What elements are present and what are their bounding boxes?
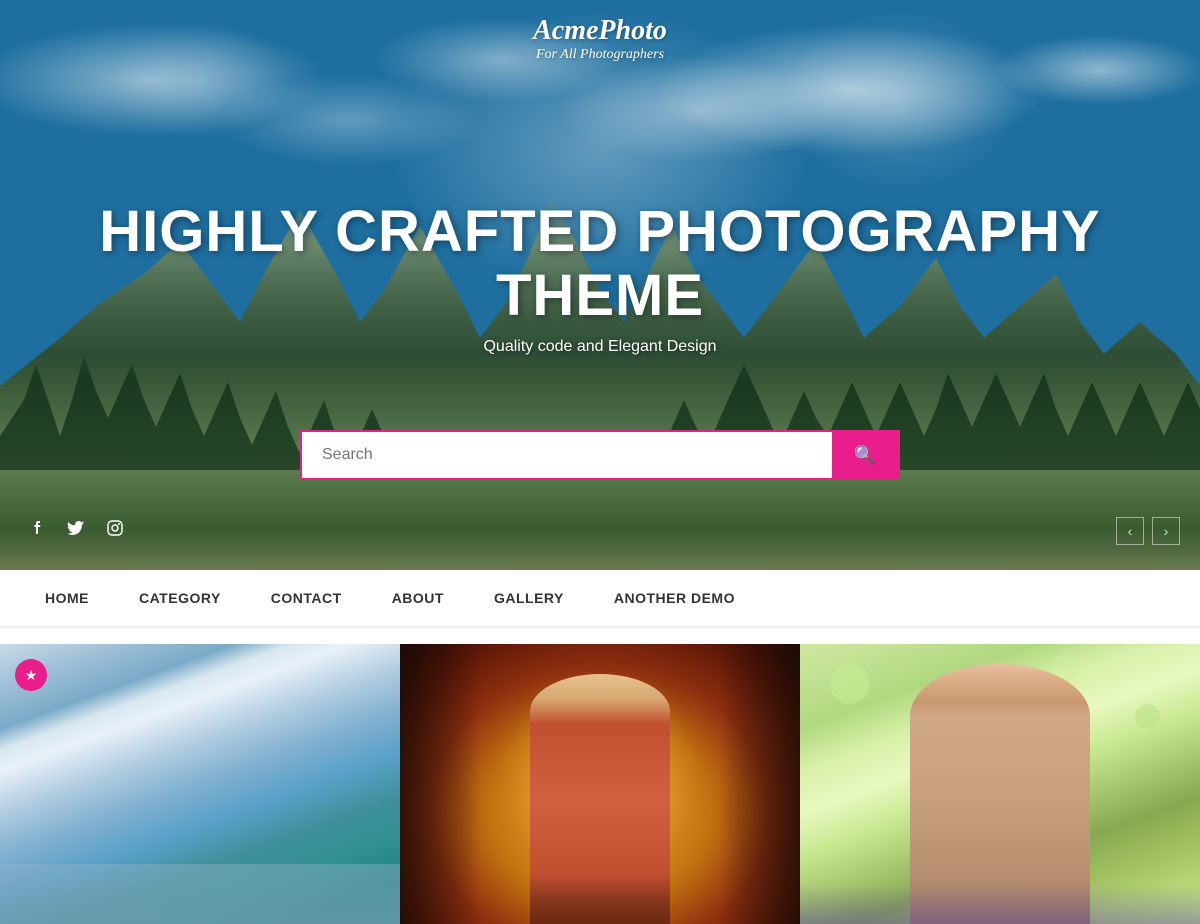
nav-item-another-demo[interactable]: ANOTHER DEMO (589, 570, 760, 626)
photo-card-3[interactable] (800, 644, 1200, 924)
logo-title: AcmePhoto (533, 15, 667, 47)
photo-card-1[interactable]: ★ (0, 644, 400, 924)
search-box: 🔍 (300, 430, 900, 480)
hero-text-block: HIGHLY CRAFTED PHOTOGRAPHY THEME Quality… (0, 200, 1200, 356)
slider-arrows: ‹ › (1116, 517, 1180, 545)
hero-subtitle: Quality code and Elegant Design (0, 338, 1200, 356)
twitter-icon[interactable] (64, 516, 88, 540)
hero-section: AcmePhoto For All Photographers HIGHLY C… (0, 0, 1200, 570)
nav-item-home[interactable]: HOME (20, 570, 114, 626)
photo-star-badge-1: ★ (15, 659, 47, 691)
search-button[interactable]: 🔍 (832, 432, 898, 478)
photo-bg-3 (800, 644, 1200, 924)
slider-next-button[interactable]: › (1152, 517, 1180, 545)
photo-bg-2 (400, 644, 800, 924)
ground-layer (0, 470, 1200, 570)
slider-prev-button[interactable]: ‹ (1116, 517, 1144, 545)
nav-item-about[interactable]: ABOUT (367, 570, 469, 626)
nav-list: HOME CATEGORY CONTACT ABOUT GALLERY ANOT… (20, 570, 1180, 626)
photo-card-2[interactable] (400, 644, 800, 924)
star-icon: ★ (25, 667, 38, 684)
logo-subtitle: For All Photographers (533, 47, 667, 63)
nav-bar: HOME CATEGORY CONTACT ABOUT GALLERY ANOT… (0, 570, 1200, 627)
nav-item-contact[interactable]: CONTACT (246, 570, 367, 626)
instagram-icon[interactable] (103, 516, 127, 540)
search-input[interactable] (302, 432, 832, 478)
nav-item-category[interactable]: CATEGORY (114, 570, 246, 626)
hero-title: HIGHLY CRAFTED PHOTOGRAPHY THEME (0, 200, 1200, 328)
nav-separator (0, 627, 1200, 629)
facebook-icon[interactable] (25, 516, 49, 540)
photo-grid: ★ (0, 644, 1200, 924)
site-logo[interactable]: AcmePhoto For All Photographers (533, 15, 667, 63)
search-icon: 🔍 (854, 445, 876, 465)
nav-item-gallery[interactable]: GALLERY (469, 570, 589, 626)
photo-bg-1 (0, 644, 400, 924)
search-container: 🔍 (300, 430, 900, 480)
social-icons (25, 516, 127, 540)
